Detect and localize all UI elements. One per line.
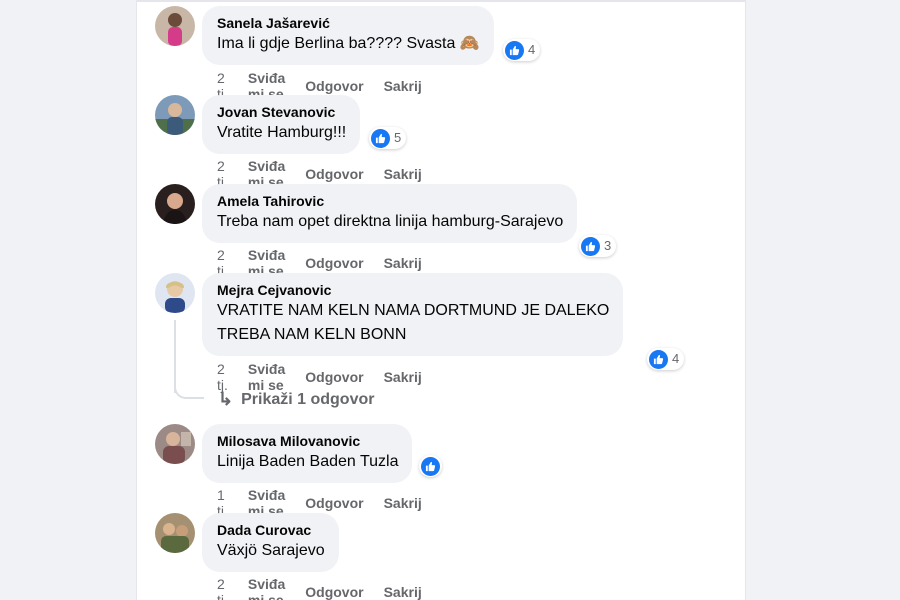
like-icon	[581, 236, 600, 256]
right-gutter	[745, 0, 900, 600]
avatar[interactable]	[155, 184, 195, 224]
reply-button[interactable]: Odgovor	[305, 255, 363, 271]
comment-bubble: Amela Tahirovic Treba nam opet direktna …	[202, 184, 578, 243]
reply-button[interactable]: Odgovor	[305, 584, 363, 600]
hide-button[interactable]: Sakrij	[384, 255, 422, 271]
avatar[interactable]	[155, 6, 195, 46]
reaction-summary[interactable]: 4	[503, 39, 541, 61]
avatar[interactable]	[155, 273, 195, 313]
comment-bubble: Dada Curovac Växjö Sarajevo	[202, 513, 339, 572]
comment-text: Ima li gdje Berlina ba???? Svasta 🙈	[217, 32, 480, 56]
reaction-count: 4	[672, 351, 680, 366]
comment-text: Linija Baden Baden Tuzla	[217, 453, 399, 470]
reply-button[interactable]: Odgovor	[305, 78, 363, 94]
comment-bubble: Jovan Stevanovic Vratite Hamburg!!!	[202, 95, 361, 154]
like-button[interactable]: Sviđa mi se	[248, 576, 285, 600]
reply-button[interactable]: Odgovor	[305, 369, 363, 385]
comment-author[interactable]: Milosava Milovanovic	[217, 432, 398, 450]
reply-arrow-icon: ↳	[218, 389, 234, 409]
comment-text-content: Ima li gdje Berlina ba???? Svasta	[217, 35, 456, 52]
hide-button[interactable]: Sakrij	[384, 166, 422, 182]
comment-text: Treba nam opet direktna linija hamburg-S…	[217, 213, 564, 230]
show-replies-link[interactable]: ↳ Prikaži 1 odgovor	[218, 389, 374, 410]
comment-text-line: VRATITE NAM KELN NAMA DORTMUND JE DALEKO	[217, 302, 610, 319]
comment-text: Växjö Sarajevo	[217, 542, 325, 559]
hide-button[interactable]: Sakrij	[384, 78, 422, 94]
top-divider	[137, 0, 745, 2]
hide-button[interactable]: Sakrij	[384, 584, 422, 600]
comment-bubble: Mejra Cejvanovic VRATITE NAM KELN NAMA D…	[202, 273, 624, 356]
like-icon	[649, 349, 668, 369]
avatar[interactable]	[155, 95, 195, 135]
reaction-count: 3	[604, 238, 612, 253]
like-icon	[421, 456, 440, 476]
thread-connector	[174, 372, 204, 399]
hide-button[interactable]: Sakrij	[384, 495, 422, 511]
comment-bubble: Milosava Milovanovic Linija Baden Baden …	[202, 424, 413, 483]
like-icon	[371, 128, 390, 148]
reaction-summary[interactable]	[419, 455, 442, 477]
reaction-summary[interactable]: 4	[647, 348, 685, 370]
reaction-count: 4	[528, 42, 536, 57]
comment-author[interactable]: Amela Tahirovic	[217, 192, 563, 210]
reaction-summary[interactable]: 3	[579, 235, 617, 257]
comment-time[interactable]: 2 tj.	[217, 576, 228, 600]
comment-author[interactable]: Dada Curovac	[217, 521, 325, 539]
see-no-evil-monkey-emoji: 🙈	[459, 35, 480, 52]
like-icon	[505, 40, 524, 60]
avatar[interactable]	[155, 424, 195, 464]
hide-button[interactable]: Sakrij	[384, 369, 422, 385]
comment-author[interactable]: Jovan Stevanovic	[217, 103, 346, 121]
comment-text-line: TREBA NAM KELN BONN	[217, 326, 407, 343]
comment-author[interactable]: Mejra Cejvanovic	[217, 281, 609, 299]
comment-actions: 2 tj. Sviđa mi se Odgovor Sakrij	[217, 576, 442, 600]
comment-bubble: Sanela Jašarević Ima li gdje Berlina ba?…	[202, 6, 494, 65]
reply-button[interactable]: Odgovor	[305, 166, 363, 182]
avatar[interactable]	[155, 513, 195, 553]
reaction-summary[interactable]: 5	[369, 127, 407, 149]
comment-text: Vratite Hamburg!!!	[217, 124, 347, 141]
left-gutter	[0, 0, 137, 600]
show-replies-label: Prikaži 1 odgovor	[241, 390, 375, 408]
reaction-count: 5	[394, 130, 402, 145]
comment-author[interactable]: Sanela Jašarević	[217, 14, 480, 32]
reply-button[interactable]: Odgovor	[305, 495, 363, 511]
